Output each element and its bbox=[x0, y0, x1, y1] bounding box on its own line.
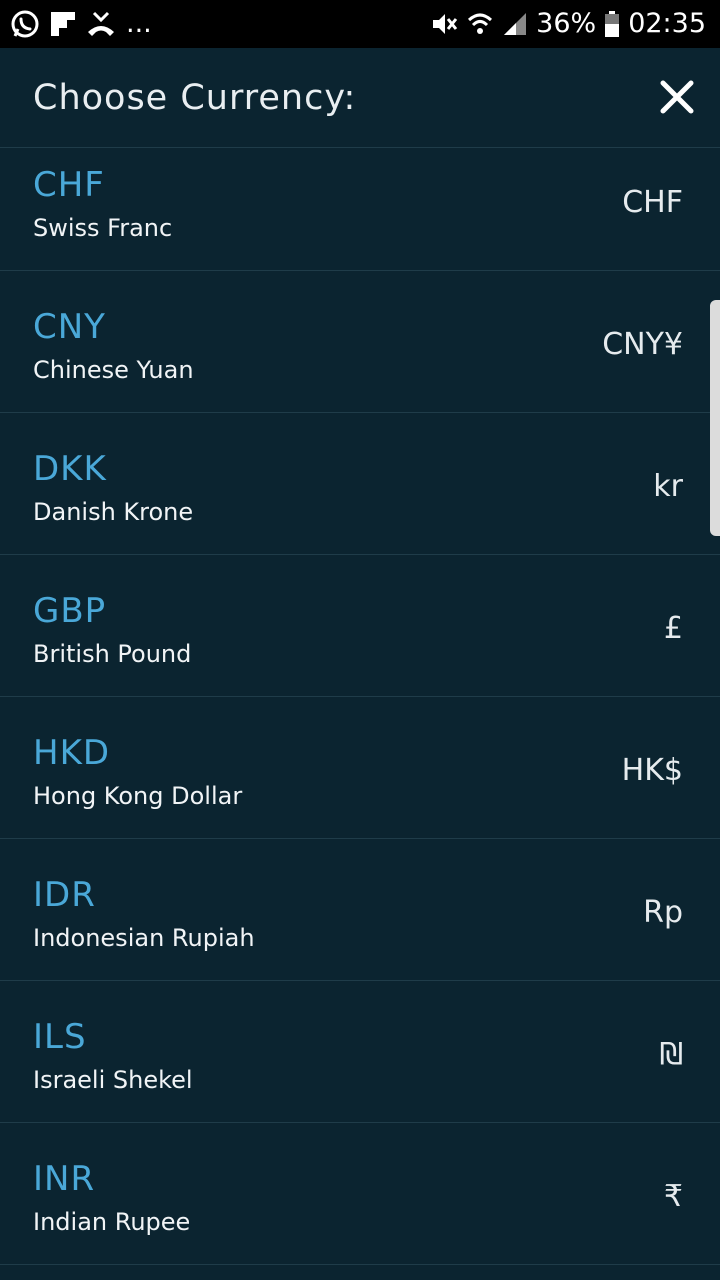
currency-code: CHF bbox=[33, 165, 105, 205]
currency-symbol: CNY¥ bbox=[602, 327, 683, 362]
currency-list: CHF Swiss Franc CHF CNY Chinese Yuan CNY… bbox=[0, 148, 720, 1265]
battery-icon bbox=[604, 10, 620, 38]
currency-code: ILS bbox=[33, 1017, 87, 1057]
currency-code: CNY bbox=[33, 307, 106, 347]
whatsapp-icon bbox=[10, 9, 40, 39]
flipboard-icon bbox=[50, 11, 76, 37]
currency-name: Indonesian Rupiah bbox=[33, 924, 255, 952]
currency-symbol: CHF bbox=[622, 185, 683, 220]
list-scrollbar[interactable] bbox=[710, 300, 720, 536]
page-title: Choose Currency: bbox=[33, 78, 357, 118]
currency-name: Hong Kong Dollar bbox=[33, 782, 243, 810]
currency-code: DKK bbox=[33, 449, 107, 489]
wifi-icon bbox=[466, 10, 494, 38]
currency-symbol: ₹ bbox=[663, 1179, 683, 1214]
status-bar: ... 36% 02:35 bbox=[0, 0, 720, 48]
currency-name: Swiss Franc bbox=[33, 214, 173, 242]
currency-symbol: Rp bbox=[643, 895, 683, 930]
currency-name: Israeli Shekel bbox=[33, 1066, 193, 1094]
mute-icon bbox=[430, 10, 458, 38]
currency-row-hkd[interactable]: HKD Hong Kong Dollar HK$ bbox=[0, 697, 720, 839]
battery-percent: 36% bbox=[536, 8, 597, 39]
currency-symbol: HK$ bbox=[621, 753, 683, 788]
notification-overflow: ... bbox=[126, 8, 152, 39]
currency-row-cny[interactable]: CNY Chinese Yuan CNY¥ bbox=[0, 271, 720, 413]
currency-row-idr[interactable]: IDR Indonesian Rupiah Rp bbox=[0, 839, 720, 981]
missed-call-icon bbox=[86, 10, 116, 38]
clock: 02:35 bbox=[628, 8, 706, 39]
signal-icon bbox=[502, 11, 528, 37]
currency-row-ils[interactable]: ILS Israeli Shekel ₪ bbox=[0, 981, 720, 1123]
currency-row-dkk[interactable]: DKK Danish Krone kr bbox=[0, 413, 720, 555]
close-button[interactable] bbox=[658, 78, 696, 116]
currency-name: British Pound bbox=[33, 640, 192, 668]
currency-row-chf[interactable]: CHF Swiss Franc CHF bbox=[0, 148, 720, 271]
currency-code: HKD bbox=[33, 733, 111, 773]
currency-code: GBP bbox=[33, 591, 107, 631]
currency-name: Danish Krone bbox=[33, 498, 194, 526]
currency-symbol: £ bbox=[663, 611, 683, 646]
currency-name: Indian Rupee bbox=[33, 1208, 191, 1236]
close-icon bbox=[660, 80, 694, 114]
currency-symbol: kr bbox=[653, 469, 683, 504]
currency-row-gbp[interactable]: GBP British Pound £ bbox=[0, 555, 720, 697]
dialog-header: Choose Currency: bbox=[0, 48, 720, 148]
status-bar-right: 36% 02:35 bbox=[430, 8, 706, 40]
currency-row-inr[interactable]: INR Indian Rupee ₹ bbox=[0, 1123, 720, 1265]
currency-code: IDR bbox=[33, 875, 96, 915]
status-bar-left: ... bbox=[10, 8, 152, 40]
currency-symbol: ₪ bbox=[659, 1037, 683, 1072]
currency-name: Chinese Yuan bbox=[33, 356, 194, 384]
currency-code: INR bbox=[33, 1159, 96, 1199]
